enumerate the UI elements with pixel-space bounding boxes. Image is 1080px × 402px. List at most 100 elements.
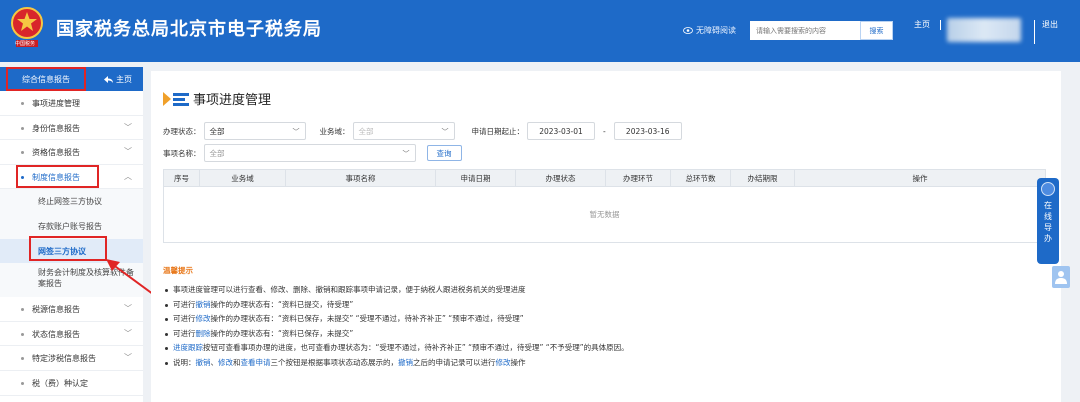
sidebar-home-label: 主页 bbox=[116, 75, 132, 84]
date-to-value: 2023-03-16 bbox=[625, 126, 670, 136]
progress-table: 序号 业务域 事项名称 申请日期 办理状态 办理环节 总环节数 办结期限 操作 bbox=[163, 169, 1046, 187]
sidebar-header: 综合信息报告 主页 bbox=[0, 67, 143, 91]
main-panel: 事项进度管理 办理状态： 全部 ﹀ 业务域： 全部 ﹀ 申请日期起止： 2023… bbox=[151, 71, 1061, 402]
tips-title: 温馨提示 bbox=[163, 266, 193, 275]
tip-text: 和 bbox=[233, 357, 241, 367]
tip-text: 、 bbox=[210, 357, 219, 367]
tip-item: 可进行删除操作的办理状态有：“资料已保存，未提交” bbox=[163, 327, 629, 342]
col-header: 操作 bbox=[794, 169, 1046, 187]
chevron-down-icon: ﹀ bbox=[124, 122, 132, 132]
date-from-input[interactable]: 2023-03-01 bbox=[527, 122, 595, 140]
search-button[interactable]: 搜索 bbox=[860, 21, 893, 40]
submenu-item-deposit-account[interactable]: 存款账户账号报告 bbox=[0, 214, 143, 239]
site-title: 国家税务总局北京市电子税务局 bbox=[56, 19, 322, 40]
page-title: 事项进度管理 bbox=[193, 93, 272, 108]
search-input[interactable] bbox=[750, 21, 860, 40]
guide-char: 办 bbox=[1044, 234, 1052, 243]
col-header: 申请日期 bbox=[435, 169, 516, 187]
submenu-item-label: 网签三方协议 bbox=[38, 246, 86, 256]
query-button[interactable]: 查询 bbox=[426, 145, 462, 161]
bullet-dot bbox=[21, 332, 24, 336]
tip-keyword-delete: 删除 bbox=[195, 328, 211, 338]
date-to-input[interactable]: 2023-03-16 bbox=[613, 122, 682, 140]
bullet-dot bbox=[21, 102, 24, 105]
col-header: 办结期限 bbox=[730, 169, 795, 187]
sidebar-item-label: 状态信息报告 bbox=[32, 329, 80, 339]
title-bars-icon bbox=[163, 91, 189, 106]
status-label: 办理状态： bbox=[163, 126, 201, 136]
bullet-dot bbox=[21, 175, 24, 179]
guide-char: 导 bbox=[1044, 223, 1052, 232]
tip-text: 操作的办理状态有：“资料已提交，待受理” bbox=[210, 299, 354, 309]
national-emblem-icon: 中国税务 bbox=[10, 6, 44, 50]
tip-keyword-track: 进度跟踪 bbox=[173, 343, 203, 352]
emblem-caption: 中国税务 bbox=[15, 41, 36, 47]
tip-keyword-modify: 修改 bbox=[218, 357, 233, 367]
sidebar-item-special-tax[interactable]: 特定涉税信息报告 ﹀ bbox=[0, 346, 143, 371]
col-header: 办理状态 bbox=[515, 169, 606, 187]
header-home-link[interactable]: 主页 bbox=[914, 19, 930, 30]
logout-link[interactable]: 退出 bbox=[1042, 19, 1058, 30]
person-icon[interactable] bbox=[1052, 266, 1070, 288]
col-header: 序号 bbox=[163, 169, 200, 187]
tip-keyword-revoke: 撤销 bbox=[195, 357, 211, 367]
submenu-item-terminate-agreement[interactable]: 终止网签三方协议 bbox=[0, 189, 143, 214]
sidebar-item-label: 身份信息报告 bbox=[32, 123, 80, 133]
chevron-down-icon: ﹀ bbox=[292, 128, 300, 136]
online-guide-button[interactable]: 在 线 导 办 bbox=[1037, 178, 1059, 264]
tip-item: 可进行修改操作的办理状态有：“资料已保存，未提交” “受理不通过，待补齐补正” … bbox=[163, 312, 629, 327]
date-separator: - bbox=[603, 126, 606, 136]
domain-value: 全部 bbox=[358, 126, 374, 136]
submenu-item-label: 终止网签三方协议 bbox=[38, 197, 102, 207]
sidebar-item-label: 税源信息报告 bbox=[32, 305, 80, 315]
chevron-down-icon: ﹀ bbox=[441, 128, 449, 136]
accessibility-link[interactable]: 无障碍阅读 bbox=[683, 25, 736, 36]
tip-keyword-revoke: 撤销 bbox=[398, 357, 413, 367]
table-empty-state: 暂无数据 bbox=[163, 186, 1046, 243]
tip-keyword-revoke: 撤销 bbox=[195, 299, 211, 309]
robot-guide-icon bbox=[1041, 182, 1055, 196]
tips-list: 事项进度管理可以进行查看、修改、删除、撤销和跟踪事项申请记录，便于纳税人跟进税务… bbox=[163, 283, 629, 370]
bullet-dot bbox=[21, 126, 24, 130]
user-name-blurred[interactable] bbox=[947, 18, 1021, 42]
date-from-value: 2023-03-01 bbox=[539, 126, 583, 136]
tip-item: 说明：撤销、修改和查看申请三个按钮是根据事项状态动态展示的，撤销之后的申请记录可… bbox=[163, 356, 629, 371]
sidebar-item-tax-type[interactable]: 税（费）种认定 bbox=[0, 371, 143, 396]
bullet-dot bbox=[21, 357, 24, 361]
eye-icon bbox=[683, 27, 693, 34]
sidebar-item-qualification[interactable]: 资格信息报告 ﹀ bbox=[0, 140, 143, 165]
name-value: 全部 bbox=[209, 148, 225, 158]
tip-text: 说明： bbox=[173, 357, 196, 367]
col-header: 事项名称 bbox=[285, 169, 436, 187]
filter-row-2: 事项名称： 全部 ﹀ 查询 bbox=[163, 144, 462, 162]
status-select[interactable]: 全部 ﹀ bbox=[203, 122, 306, 140]
header-divider bbox=[1034, 20, 1035, 44]
tip-item: 可进行撤销操作的办理状态有：“资料已提交，待受理” bbox=[163, 298, 629, 313]
status-value: 全部 bbox=[209, 126, 225, 136]
accessibility-label: 无障碍阅读 bbox=[696, 26, 736, 35]
guide-char: 在 bbox=[1044, 201, 1052, 210]
name-label: 事项名称： bbox=[163, 148, 201, 158]
tip-text: 操作的办理状态有：“资料已保存，未提交” bbox=[210, 328, 354, 338]
col-header: 业务域 bbox=[199, 169, 286, 187]
sidebar-item-status[interactable]: 状态信息报告 ﹀ bbox=[0, 322, 143, 347]
sidebar-home-link[interactable]: 主页 bbox=[104, 74, 132, 85]
tip-text: 事项进度管理可以进行查看、修改、删除、撤销和跟踪事项申请记录，便于纳税人跟进税务… bbox=[173, 285, 526, 294]
sidebar-item-progress[interactable]: 事项进度管理 bbox=[0, 91, 143, 116]
bullet-dot bbox=[21, 151, 24, 155]
tip-text: 可进行 bbox=[173, 328, 196, 338]
tip-item: 事项进度管理可以进行查看、修改、删除、撤销和跟踪事项申请记录，便于纳税人跟进税务… bbox=[163, 283, 629, 298]
tip-keyword-view: 查看申请 bbox=[240, 357, 271, 367]
guide-char: 线 bbox=[1044, 212, 1052, 221]
sidebar-item-system-report[interactable]: 制度信息报告 ︿ bbox=[0, 165, 143, 190]
sidebar-item-identity[interactable]: 身份信息报告 ﹀ bbox=[0, 116, 143, 141]
domain-select[interactable]: 全部 ﹀ bbox=[352, 122, 455, 140]
chevron-down-icon: ﹀ bbox=[124, 328, 132, 338]
name-select[interactable]: 全部 ﹀ bbox=[203, 144, 416, 162]
submenu-item-label: 存款账户账号报告 bbox=[38, 221, 102, 231]
sidebar-header-label[interactable]: 综合信息报告 bbox=[22, 74, 70, 85]
tip-text: 之后的申请记录可以进行 bbox=[413, 357, 496, 367]
chevron-up-icon: ︿ bbox=[124, 171, 132, 181]
tip-text: 操作的办理状态有：“资料已保存，未提交” “受理不通过，待补齐补正” “预审不通… bbox=[210, 314, 524, 323]
tip-keyword-modify: 修改 bbox=[495, 357, 511, 367]
